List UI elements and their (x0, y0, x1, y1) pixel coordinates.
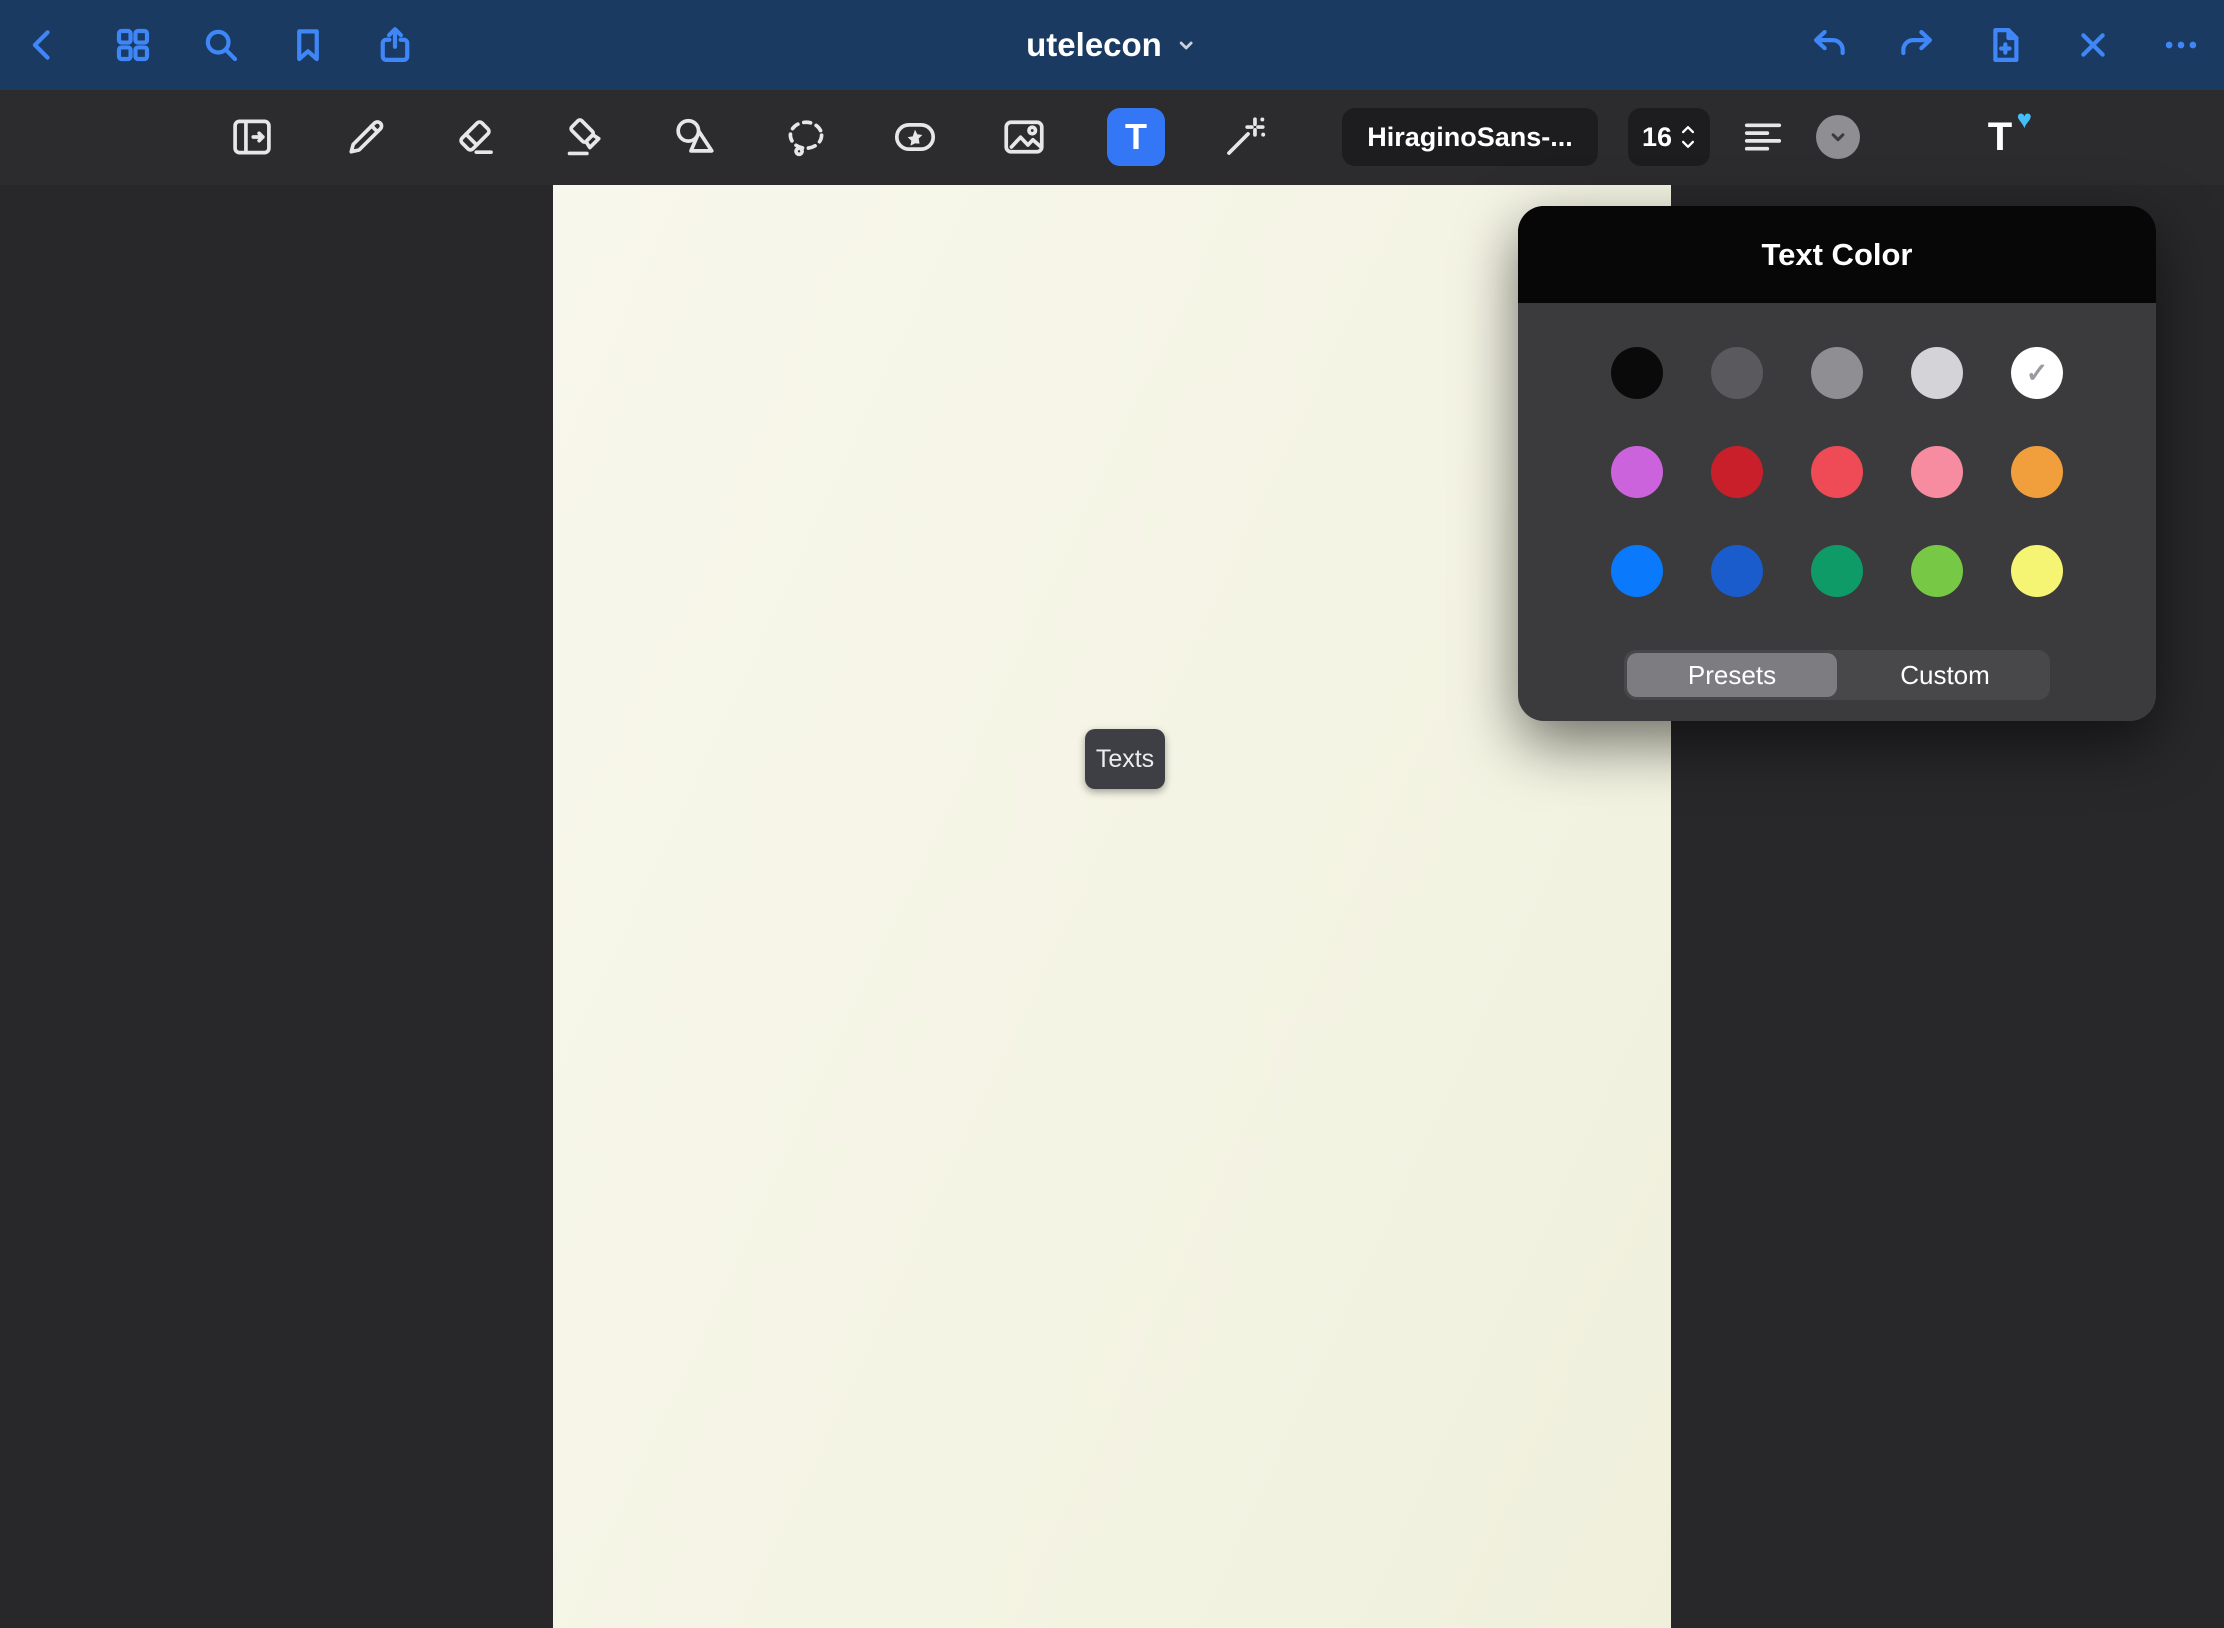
canvas-text-label: Texts (1096, 745, 1154, 774)
search-icon (200, 24, 242, 66)
bookmark-button[interactable] (282, 19, 334, 71)
back-button[interactable] (17, 19, 69, 71)
swatch-red[interactable] (1811, 446, 1863, 498)
pen-tool-button[interactable] (337, 108, 395, 166)
color-swatch-grid: ✓ (1518, 347, 2156, 597)
chevron-left-icon (22, 24, 64, 66)
close-icon (2072, 24, 2114, 66)
eraser-tool-button[interactable] (446, 108, 504, 166)
share-icon (374, 24, 416, 66)
swatch-green[interactable] (1811, 545, 1863, 597)
shapes-tool-button[interactable] (665, 108, 723, 166)
highlighter-tool-button[interactable] (557, 108, 615, 166)
close-button[interactable] (2067, 19, 2119, 71)
image-icon (998, 111, 1050, 163)
swatch-pink[interactable] (1911, 446, 1963, 498)
sticker-star-icon (889, 111, 941, 163)
font-size-value: 16 (1642, 122, 1672, 153)
font-size-stepper[interactable]: 16 (1628, 108, 1710, 166)
text-color-popover: Text Color ✓ Presets Custom (1518, 206, 2156, 721)
pen-icon (340, 111, 392, 163)
share-button[interactable] (369, 19, 421, 71)
stepper-chevrons-icon (1680, 121, 1696, 153)
undo-button[interactable] (1803, 19, 1855, 71)
chevron-down-icon (1174, 33, 1198, 57)
swatch-dark-gray[interactable] (1711, 347, 1763, 399)
highlighter-icon (560, 111, 612, 163)
lasso-icon (780, 111, 832, 163)
swatch-yellow[interactable] (2011, 545, 2063, 597)
swatch-dark-blue[interactable] (1711, 545, 1763, 597)
presets-custom-segmented-control: Presets Custom (1624, 650, 2050, 700)
tools-toolbar: T HiraginoSans-... 16 T ♥ (0, 90, 2224, 185)
swatch-light-green[interactable] (1911, 545, 1963, 597)
laser-pointer-icon (1219, 111, 1271, 163)
laser-pointer-button[interactable] (1216, 108, 1274, 166)
chevron-down-icon (1825, 124, 1851, 150)
lasso-tool-button[interactable] (777, 108, 835, 166)
text-style-favorites-button[interactable]: T ♥ (1972, 108, 2028, 166)
text-tool-glyph: T (1125, 116, 1147, 158)
add-page-button[interactable] (1979, 19, 2031, 71)
eraser-icon (449, 111, 501, 163)
ellipsis-icon (2160, 24, 2202, 66)
shapes-icon (668, 111, 720, 163)
text-color-button[interactable] (1816, 115, 1860, 159)
page-canvas[interactable] (553, 185, 1671, 1628)
font-family-button[interactable]: HiraginoSans-... (1342, 108, 1598, 166)
reader-view-icon (226, 111, 278, 163)
document-title-label: utelecon (1026, 26, 1162, 64)
swatch-gray[interactable] (1811, 347, 1863, 399)
search-button[interactable] (195, 19, 247, 71)
add-page-icon (1984, 24, 2026, 66)
font-family-label: HiraginoSans-... (1367, 122, 1573, 153)
canvas-text-object[interactable]: Texts (1085, 729, 1165, 789)
redo-button[interactable] (1891, 19, 1943, 71)
swatch-light-gray[interactable] (1911, 347, 1963, 399)
swatch-black[interactable] (1611, 347, 1663, 399)
text-tool-button-active[interactable]: T (1107, 108, 1165, 166)
text-alignment-button[interactable] (1734, 108, 1792, 166)
popover-title: Text Color (1762, 237, 1913, 273)
segment-presets[interactable]: Presets (1627, 653, 1837, 697)
selected-check-icon: ✓ (2011, 347, 2063, 399)
segment-custom[interactable]: Custom (1840, 650, 2050, 700)
bookmark-icon (287, 24, 329, 66)
document-title[interactable]: utelecon (1026, 26, 1198, 64)
top-navigation-bar: utelecon (0, 0, 2224, 90)
align-left-icon (1737, 111, 1789, 163)
swatch-purple[interactable] (1611, 446, 1663, 498)
popover-header: Text Color (1518, 206, 2156, 303)
swatch-blue[interactable] (1611, 545, 1663, 597)
text-style-glyph: T (1988, 115, 2012, 160)
more-button[interactable] (2155, 19, 2207, 71)
heart-icon: ♥ (2017, 104, 2032, 135)
grid-icon (112, 24, 154, 66)
undo-icon (1808, 24, 1850, 66)
thumbnails-button[interactable] (107, 19, 159, 71)
swatch-dark-red[interactable] (1711, 446, 1763, 498)
image-tool-button[interactable] (995, 108, 1053, 166)
elements-tool-button[interactable] (886, 108, 944, 166)
redo-icon (1896, 24, 1938, 66)
swatch-white[interactable]: ✓ (2011, 347, 2063, 399)
swatch-orange[interactable] (2011, 446, 2063, 498)
reader-view-button[interactable] (223, 108, 281, 166)
